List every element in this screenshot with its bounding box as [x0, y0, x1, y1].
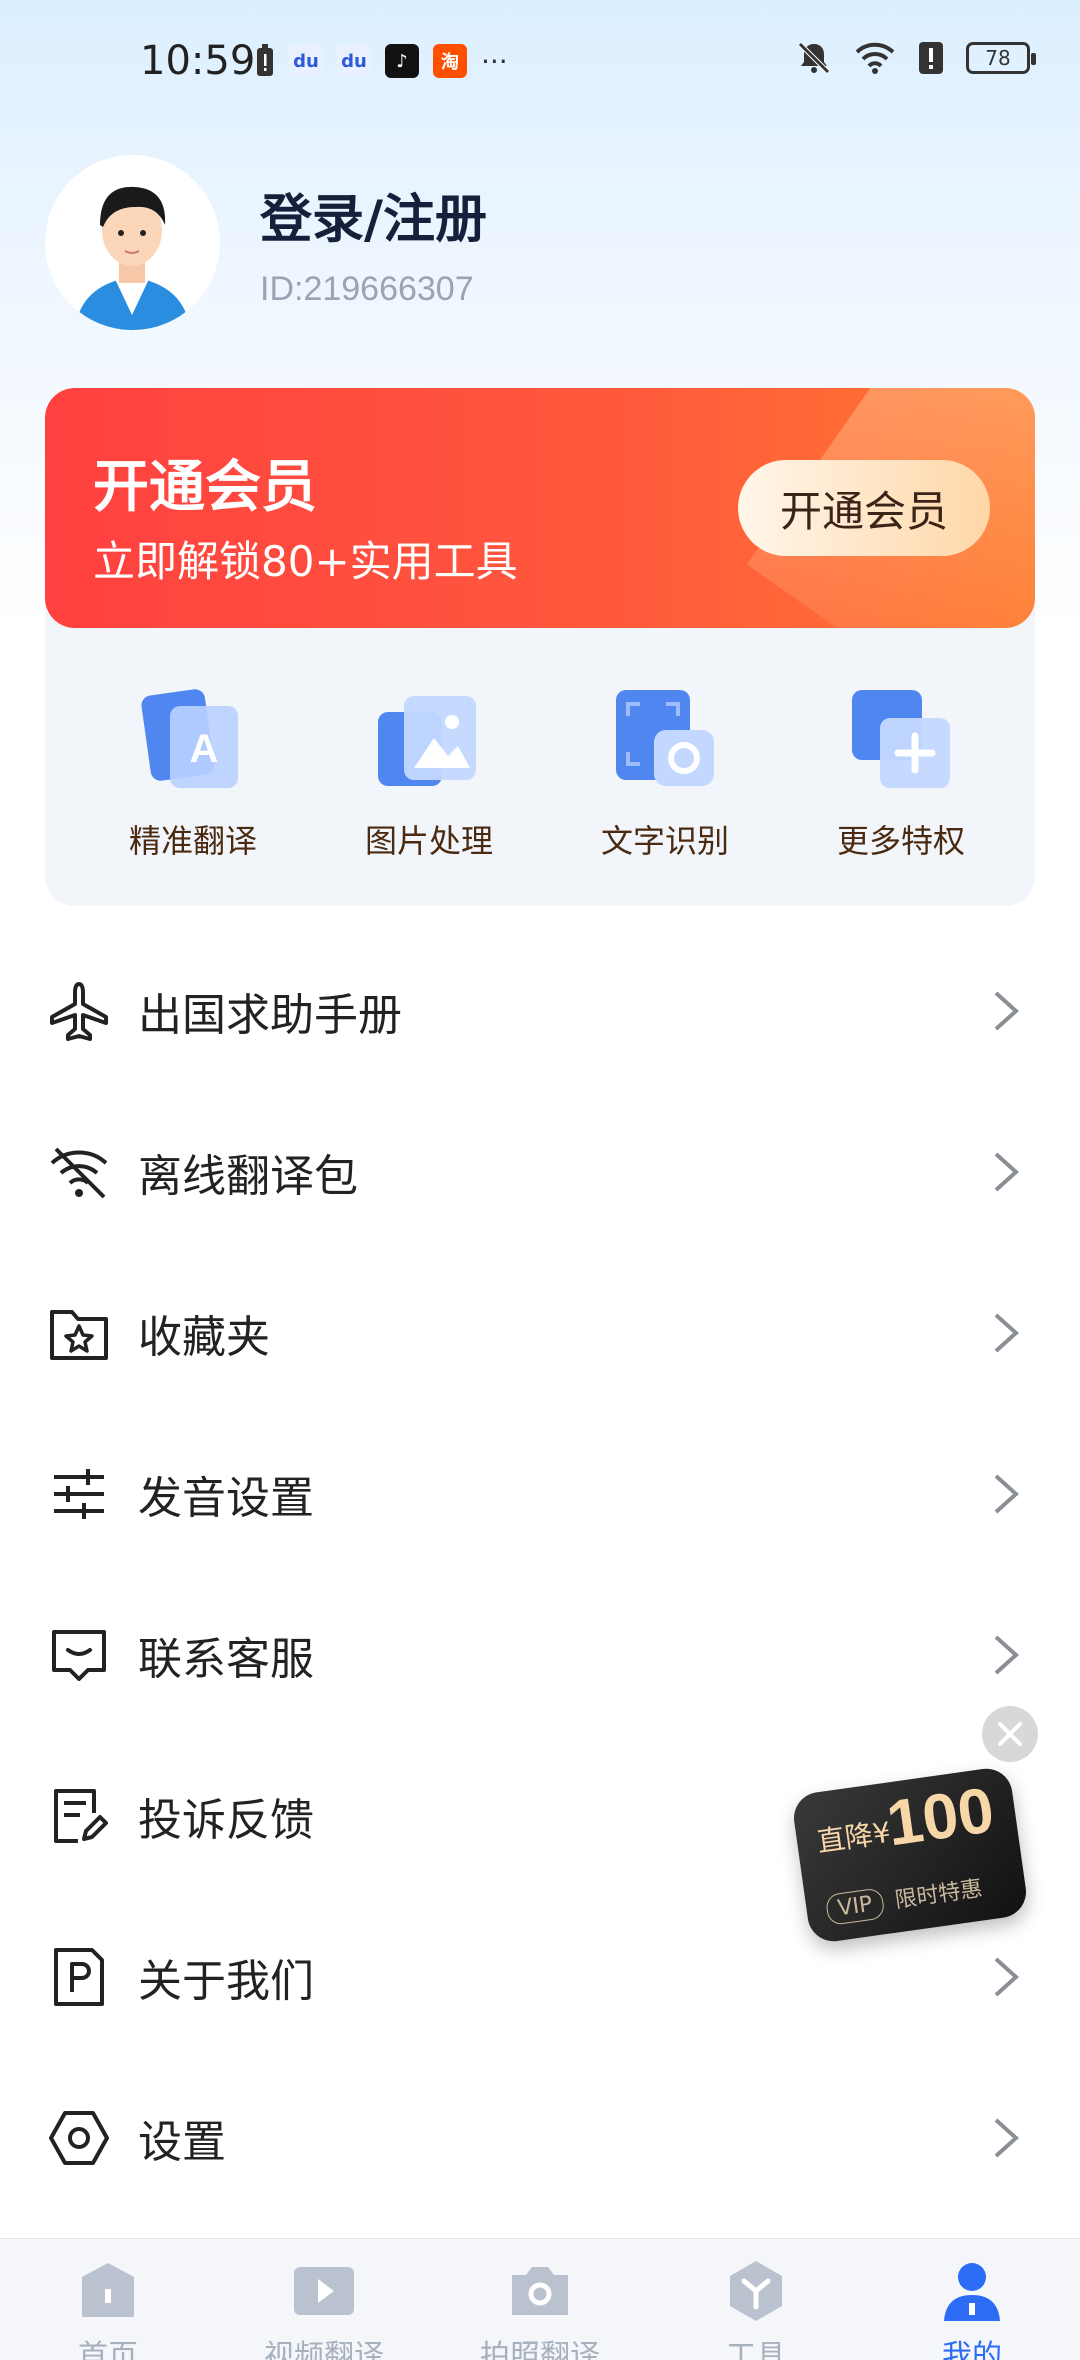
plus-card-icon — [846, 686, 956, 796]
tiktok-app-icon: ♪ — [385, 44, 419, 78]
member-subtitle: 立即解锁80+实用工具 — [93, 537, 518, 586]
perk-label: 文字识别 — [600, 822, 729, 860]
perk-more-privileges[interactable]: 更多特权 — [783, 686, 1019, 862]
svg-text:A: A — [190, 727, 219, 771]
menu-label: 联系客服 — [138, 1633, 314, 1685]
home-icon — [76, 2259, 140, 2323]
menu-item-customer-service[interactable]: 联系客服 — [0, 1574, 1080, 1735]
menu-item-pronunciation[interactable]: 发音设置 — [0, 1413, 1080, 1574]
promo-vip-tag: VIP — [824, 1887, 886, 1926]
menu-label: 设置 — [138, 2116, 226, 2168]
member-title: 开通会员 — [93, 455, 317, 520]
chevron-right-icon — [994, 1313, 1019, 1352]
star-folder-icon — [48, 1302, 110, 1364]
tab-video-translate[interactable]: 视频翻译 — [216, 2239, 432, 2360]
vip-discount-badge[interactable]: 直降¥ 100 VIP 限时特惠 — [790, 1765, 1030, 1945]
promo-footer: VIP 限时特惠 — [824, 1870, 984, 1926]
menu-label: 发音设置 — [138, 1472, 314, 1524]
perk-label: 图片处理 — [364, 822, 493, 860]
tab-label: 拍照翻译 — [480, 2339, 600, 2360]
camera-icon — [508, 2259, 572, 2323]
tab-home[interactable]: 首页 — [0, 2239, 216, 2360]
menu-item-settings[interactable]: 设置 — [0, 2057, 1080, 2218]
baidu-app-icon: du — [289, 44, 323, 78]
user-id: ID:219666307 — [260, 269, 474, 308]
tab-label: 工具 — [726, 2339, 786, 2360]
menu-label: 出国求助手册 — [138, 989, 402, 1041]
mute-bell-icon — [798, 42, 830, 74]
chevron-right-icon — [994, 1152, 1019, 1191]
more-notifications-icon: ··· — [481, 44, 508, 78]
open-membership-button[interactable]: 开通会员 — [738, 460, 990, 556]
avatar[interactable] — [45, 155, 220, 330]
battery-alert-icon — [257, 44, 273, 76]
promo-prefix: 直降¥ — [815, 1815, 893, 1859]
close-icon — [998, 1722, 1022, 1746]
translate-card-icon: A — [138, 686, 248, 796]
tab-label: 视频翻译 — [264, 2339, 384, 2360]
profile-header[interactable]: 登录/注册 ID:219666307 — [45, 155, 487, 330]
tab-label: 我的 — [942, 2339, 1002, 2360]
settings-hexagon-icon — [48, 2107, 110, 2169]
menu-list: 出国求助手册 离线翻译包 收藏夹 发音设置 联系客服 投诉反馈 关于我们 设置 — [0, 930, 1080, 2218]
status-bar: 10:59 du du ♪ 淘 ··· 78 — [0, 0, 1080, 130]
image-card-icon — [374, 686, 484, 796]
tab-tools[interactable]: 工具 — [648, 2239, 864, 2360]
about-icon — [48, 1946, 110, 2008]
airplane-icon — [48, 980, 110, 1042]
chevron-right-icon — [994, 1957, 1019, 1996]
menu-label: 离线翻译包 — [138, 1150, 358, 1202]
perk-precise-translation[interactable]: A 精准翻译 — [75, 686, 311, 862]
menu-item-favorites[interactable]: 收藏夹 — [0, 1252, 1080, 1413]
login-register-link[interactable]: 登录/注册 — [260, 177, 487, 252]
member-perks: A 精准翻译 图片处理 文字识别 更多特权 — [45, 686, 1035, 862]
perk-label: 更多特权 — [836, 822, 965, 860]
perk-label: 精准翻译 — [128, 822, 257, 860]
tab-label: 首页 — [78, 2339, 138, 2360]
tab-mine[interactable]: 我的 — [864, 2239, 1080, 2360]
chevron-right-icon — [994, 991, 1019, 1030]
promo-note: 限时特惠 — [893, 1876, 984, 1914]
feedback-icon — [48, 1785, 110, 1847]
promo-close-button[interactable] — [982, 1706, 1038, 1762]
battery-icon: 78 — [966, 42, 1036, 74]
baidu-app-icon-2: du — [337, 44, 371, 78]
menu-item-travel-help[interactable]: 出国求助手册 — [0, 930, 1080, 1091]
wifi-off-icon — [48, 1141, 110, 1203]
sim-alert-icon — [919, 42, 943, 74]
menu-item-offline-pack[interactable]: 离线翻译包 — [0, 1091, 1080, 1252]
tab-photo-translate[interactable]: 拍照翻译 — [432, 2239, 648, 2360]
avatar-illustration — [45, 155, 219, 330]
promo-amount: 100 — [882, 1773, 999, 1860]
profile-icon — [940, 2259, 1004, 2323]
member-card: 开通会员 立即解锁80+实用工具 开通会员 A 精准翻译 图片处理 文字识别 更… — [45, 388, 1035, 906]
status-system-icons: 78 — [796, 40, 1036, 76]
status-notification-icons: du du ♪ 淘 ··· — [255, 44, 508, 78]
status-time: 10:59 — [140, 38, 256, 84]
menu-label: 关于我们 — [138, 1955, 314, 2007]
taobao-app-icon: 淘 — [433, 44, 467, 78]
perk-image-processing[interactable]: 图片处理 — [311, 686, 547, 862]
sliders-icon — [48, 1463, 110, 1525]
menu-label: 收藏夹 — [138, 1311, 270, 1363]
tools-icon — [724, 2259, 788, 2323]
chevron-right-icon — [994, 1635, 1019, 1674]
member-banner[interactable]: 开通会员 立即解锁80+实用工具 开通会员 — [45, 388, 1035, 628]
video-icon — [292, 2259, 356, 2323]
wifi-icon — [855, 42, 895, 74]
menu-label: 投诉反馈 — [138, 1794, 314, 1846]
chevron-right-icon — [994, 2118, 1019, 2157]
chat-icon — [48, 1624, 110, 1686]
bottom-tab-bar: 首页 视频翻译 拍照翻译 工具 我的 — [0, 2238, 1080, 2360]
chevron-right-icon — [994, 1474, 1019, 1513]
perk-text-recognition[interactable]: 文字识别 — [547, 686, 783, 862]
ocr-camera-icon — [610, 686, 720, 796]
